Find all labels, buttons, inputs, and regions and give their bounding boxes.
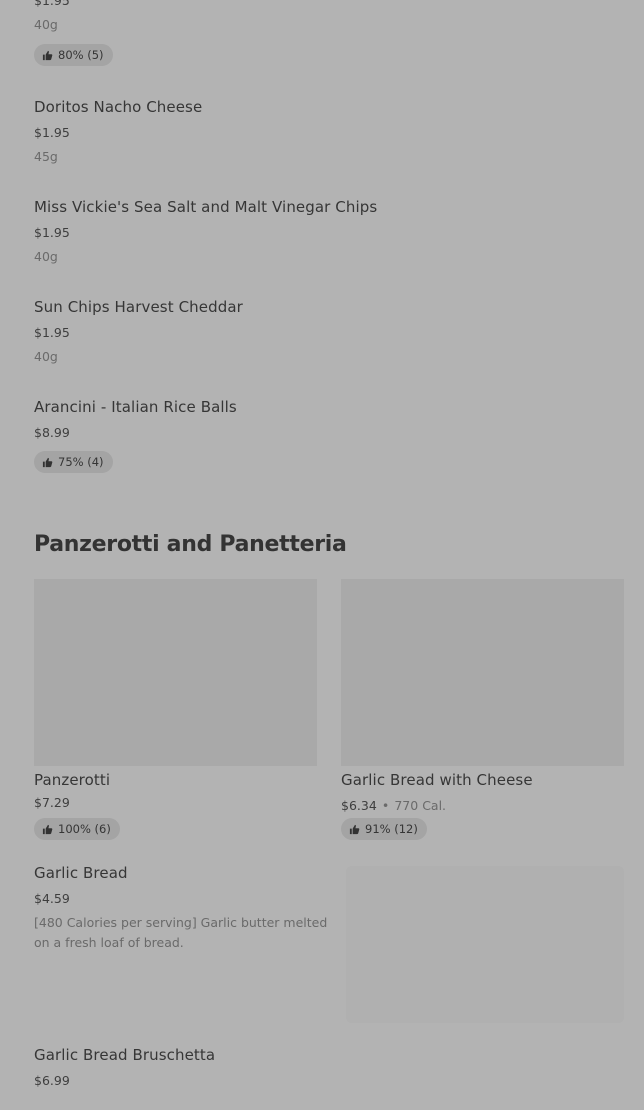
rating-text: 80% (5) [58, 48, 104, 62]
item-price: $4.59 [34, 891, 70, 906]
menu-item-sun-chips[interactable]: Sun Chips Harvest Cheddar $1.95 40g [34, 298, 624, 368]
item-image [34, 579, 317, 766]
item-price: $1.95 [34, 0, 70, 8]
item-name: Garlic Bread [34, 864, 128, 882]
menu-item-garlic-bread[interactable]: Garlic Bread $4.59 [480 Calories per ser… [34, 864, 624, 1024]
separator: • [381, 798, 390, 813]
item-price: $6.99 [34, 1073, 70, 1088]
item-weight: 40g [34, 249, 58, 264]
item-image [341, 579, 624, 766]
item-calories: 770 Cal. [394, 798, 447, 813]
thumbs-up-icon [349, 824, 360, 834]
rating-badge: 80% (5) [34, 44, 113, 66]
item-price: $1.95 [34, 125, 70, 140]
item-price: $1.95 [34, 325, 70, 340]
rating-badge: 91% (12) [341, 818, 427, 840]
menu-card-panzerotti[interactable]: Panzerotti $7.29 100% (6) [34, 579, 317, 844]
menu-item-miss-vickies[interactable]: Miss Vickie's Sea Salt and Malt Vinegar … [34, 198, 624, 268]
rating-badge: 75% (4) [34, 451, 113, 473]
item-weight: 45g [34, 149, 58, 164]
menu-card-garlic-bread-with-cheese[interactable]: Garlic Bread with Cheese $6.34 • 770 Cal… [341, 579, 624, 844]
item-name: Arancini - Italian Rice Balls [34, 398, 237, 416]
item-price: $1.95 [34, 225, 70, 240]
thumbs-up-icon [42, 457, 53, 467]
rating-text: 91% (12) [365, 822, 418, 836]
item-weight: 40g [34, 349, 58, 364]
item-image [346, 866, 624, 1023]
item-price: $7.29 [34, 795, 70, 810]
item-name: Miss Vickie's Sea Salt and Malt Vinegar … [34, 198, 378, 216]
thumbs-up-icon [42, 824, 53, 834]
item-price-line: $6.34 • 770 Cal. [341, 795, 446, 814]
menu-item-garlic-bread-bruschetta[interactable]: Garlic Bread Bruschetta $6.99 [34, 1046, 624, 1106]
menu-item-doritos[interactable]: Doritos Nacho Cheese $1.95 45g [34, 98, 624, 168]
menu-item-arancini[interactable]: Arancini - Italian Rice Balls $8.99 75% … [34, 398, 624, 478]
item-name: Panzerotti [34, 771, 111, 789]
item-description: [480 Calories per serving] Garlic butter… [34, 915, 328, 950]
item-name: Sun Chips Harvest Cheddar [34, 298, 243, 316]
section-title: Panzerotti and Panetteria [34, 532, 347, 557]
item-price: $8.99 [34, 425, 70, 440]
item-price: $6.34 [341, 798, 377, 813]
rating-badge: 100% (6) [34, 818, 120, 840]
rating-text: 100% (6) [58, 822, 111, 836]
thumbs-up-icon [42, 50, 53, 60]
item-weight: 40g [34, 17, 58, 32]
item-name: Garlic Bread with Cheese [341, 771, 533, 789]
rating-text: 75% (4) [58, 455, 104, 469]
item-name: Garlic Bread Bruschetta [34, 1046, 216, 1064]
item-name: Doritos Nacho Cheese [34, 98, 203, 116]
